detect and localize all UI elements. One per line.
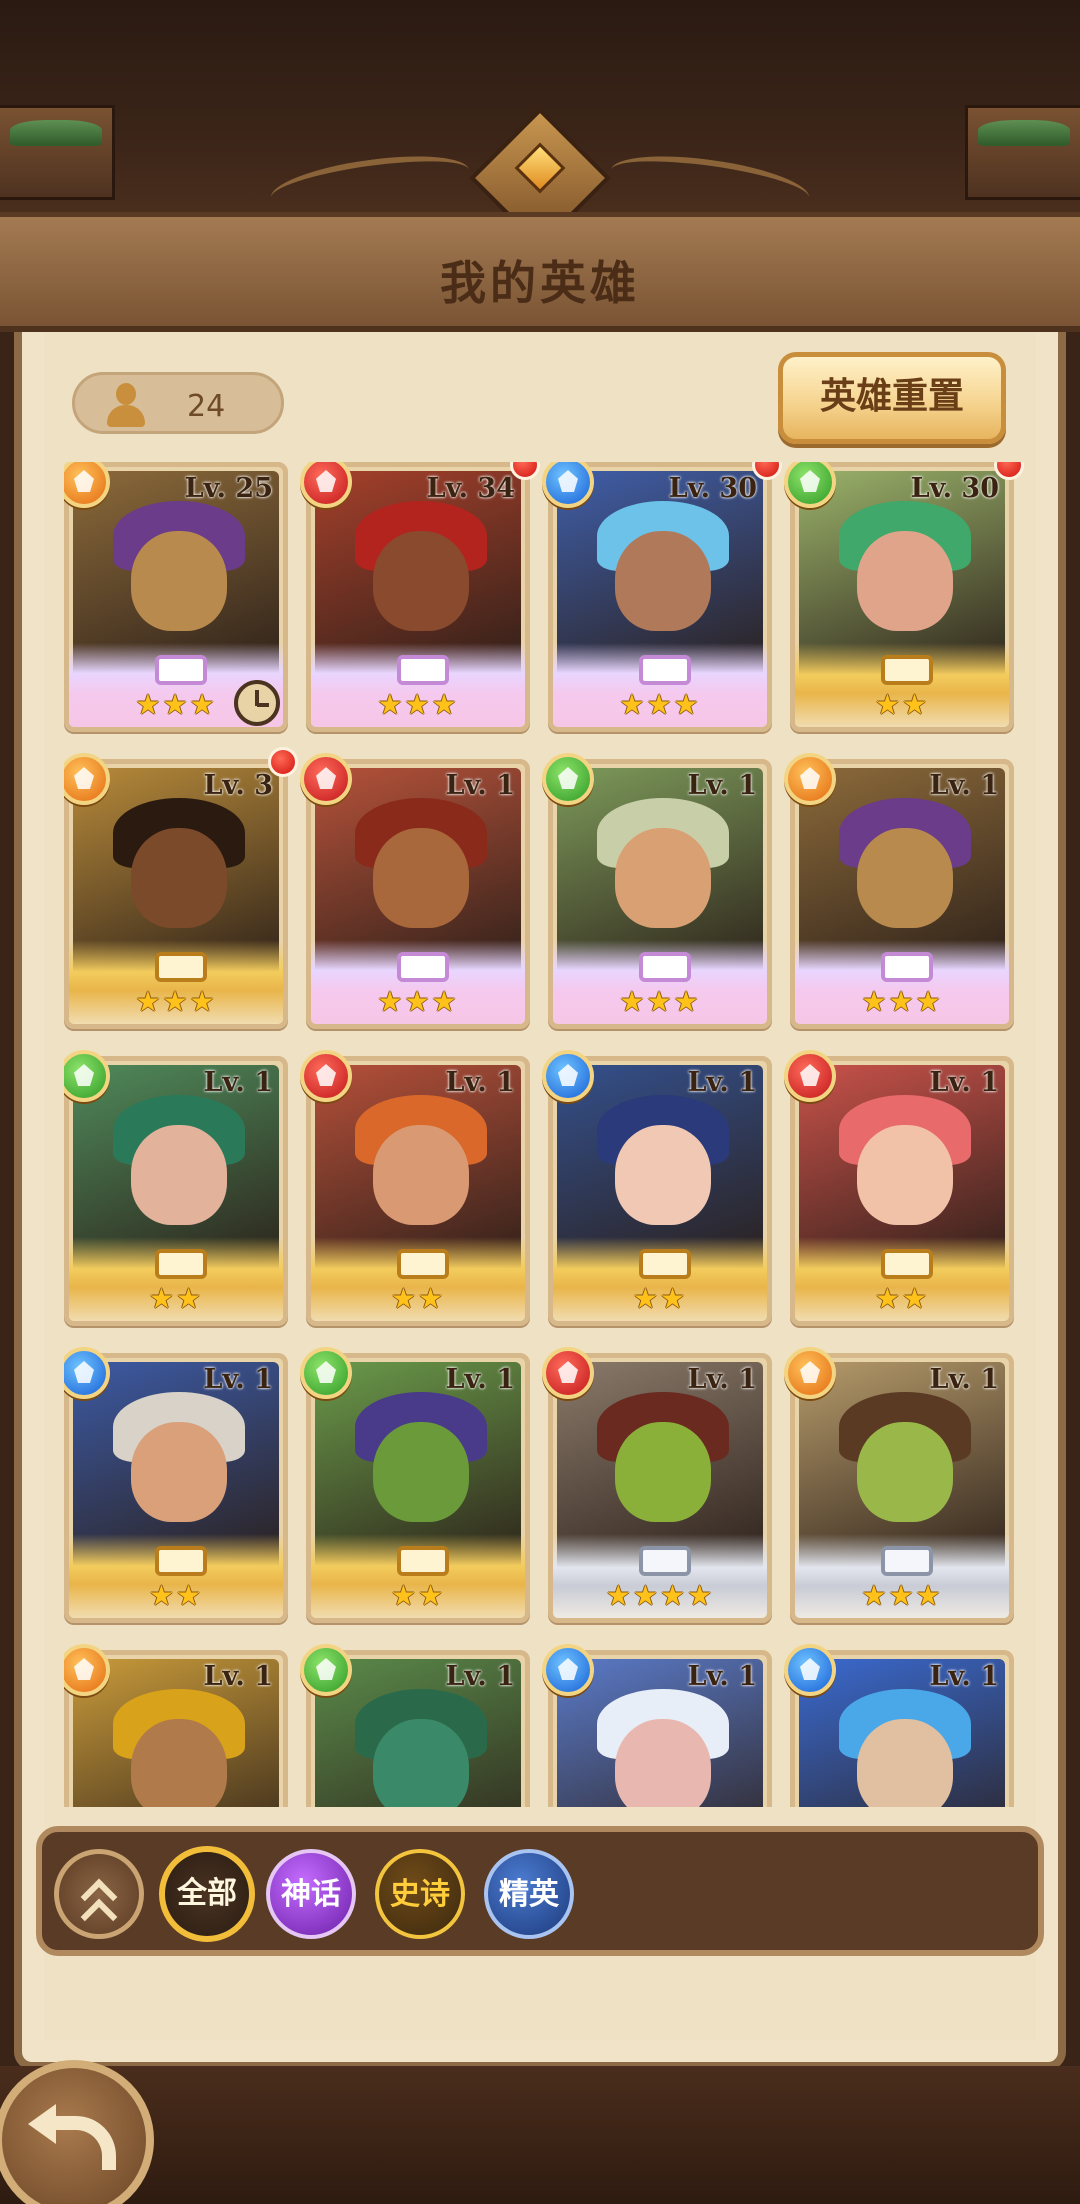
hero-stars: ★★ [632, 1282, 688, 1315]
chevron-up-icon [80, 1898, 118, 1936]
hero-stars: ★★★★ [605, 1579, 715, 1612]
hero-level: Lv. 25 [184, 473, 273, 504]
rank-emblem-icon [639, 1249, 691, 1279]
hero-stars: ★★★ [135, 985, 217, 1018]
fire-element-icon [784, 1050, 836, 1102]
hero-stars: ★★ [390, 1282, 446, 1315]
rank-emblem-icon [881, 952, 933, 982]
hero-level: Lv. 1 [445, 1661, 515, 1692]
rank-emblem-icon [155, 1249, 207, 1279]
hero-level: Lv. 1 [687, 770, 757, 801]
hero-stars: ★★★ [619, 688, 701, 721]
earth-element-icon [542, 753, 594, 805]
water-element-icon [542, 1050, 594, 1102]
hero-reset-button[interactable]: 英雄重置 [778, 352, 1006, 444]
rank-emblem-icon [881, 655, 933, 685]
hero-level: Lv. 1 [445, 1364, 515, 1395]
hero-stars: ★★ [390, 1579, 446, 1612]
light-element-icon [784, 1347, 836, 1399]
earth-element-icon [300, 1644, 352, 1696]
hero-level: Lv. 1 [445, 1067, 515, 1098]
hero-level: Lv. 1 [203, 1067, 273, 1098]
clock-icon [234, 680, 280, 726]
rank-emblem-icon [397, 1249, 449, 1279]
hero-level: Lv. 30 [910, 473, 999, 504]
earth-element-icon [300, 1347, 352, 1399]
rank-emblem-icon [397, 1546, 449, 1576]
hero-stars: ★★★ [861, 1579, 943, 1612]
hero-stars: ★★ [148, 1282, 204, 1315]
hero-level: Lv. 1 [687, 1067, 757, 1098]
filter-elite-button[interactable]: 精英 [484, 1849, 574, 1939]
hero-grid: ★★★ Lv. 25 ★★★ Lv. 34 ★★★ Lv. 30 ★★ Lv. 30 ★★★ Lv… [64, 462, 1024, 1807]
title-bar: 我的英雄 [0, 212, 1080, 332]
notification-dot-icon [268, 747, 298, 777]
light-element-icon [784, 753, 836, 805]
leaf-ornament [978, 120, 1070, 146]
water-element-icon [542, 1644, 594, 1696]
fire-element-icon [300, 753, 352, 805]
hero-level: Lv. 1 [929, 1364, 999, 1395]
rank-emblem-icon [397, 655, 449, 685]
hero-level: Lv. 1 [929, 1661, 999, 1692]
filter-epic-button[interactable]: 史诗 [375, 1849, 465, 1939]
rank-emblem-icon [155, 952, 207, 982]
rank-emblem-icon [639, 952, 691, 982]
hero-stars: ★★★ [377, 985, 459, 1018]
rank-emblem-icon [155, 1546, 207, 1576]
user-icon [105, 383, 147, 427]
fire-element-icon [300, 1050, 352, 1102]
rank-emblem-icon [155, 655, 207, 685]
filter-all-button[interactable]: 全部 [159, 1846, 255, 1942]
rank-emblem-icon [639, 655, 691, 685]
hero-level: Lv. 1 [687, 1661, 757, 1692]
filter-bar: 全部 神话 史诗 精英 [36, 1826, 1044, 1956]
hero-stars: ★★★ [377, 688, 459, 721]
hero-level: Lv. 3 [203, 770, 273, 801]
left-pillar-ornament [0, 105, 115, 200]
hero-stars: ★★ [148, 1579, 204, 1612]
right-pillar-ornament [965, 105, 1080, 200]
filter-myth-button[interactable]: 神话 [266, 1849, 356, 1939]
hero-level: Lv. 34 [426, 473, 515, 504]
hero-level: Lv. 1 [687, 1364, 757, 1395]
hero-level: Lv. 1 [203, 1661, 273, 1692]
page-title: 我的英雄 [440, 256, 640, 310]
rank-emblem-icon [881, 1546, 933, 1576]
collapse-button[interactable] [54, 1849, 144, 1939]
hero-stars: ★★★ [861, 985, 943, 1018]
fire-element-icon [542, 1347, 594, 1399]
hero-stars: ★★ [874, 688, 930, 721]
hero-level: Lv. 1 [445, 770, 515, 801]
hero-count: 24 [187, 389, 226, 424]
hero-level: Lv. 1 [203, 1364, 273, 1395]
bottom-band [0, 2066, 1080, 2204]
rank-emblem-icon [881, 1249, 933, 1279]
leaf-ornament [10, 120, 102, 146]
hero-stars: ★★★ [619, 985, 701, 1018]
hero-level: Lv. 1 [929, 770, 999, 801]
water-element-icon [784, 1644, 836, 1696]
hero-level: Lv. 1 [929, 1067, 999, 1098]
hero-level: Lv. 30 [668, 473, 757, 504]
hero-stars: ★★ [874, 1282, 930, 1315]
hero-count-badge: 24 [72, 372, 284, 434]
rank-emblem-icon [397, 952, 449, 982]
rank-emblem-icon [639, 1546, 691, 1576]
